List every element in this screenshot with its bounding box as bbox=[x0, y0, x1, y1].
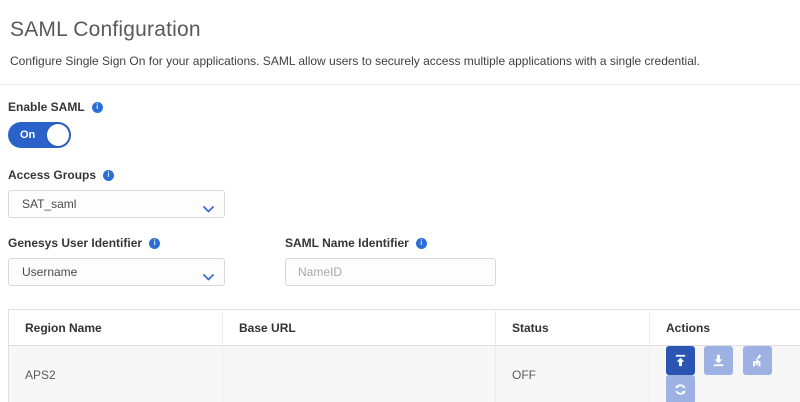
clean-button[interactable] bbox=[743, 346, 772, 375]
toggle-knob bbox=[47, 124, 69, 146]
divider bbox=[0, 84, 800, 85]
column-header-base-url: Base URL bbox=[223, 310, 496, 346]
enable-saml-label: Enable SAML bbox=[8, 100, 85, 114]
enable-saml-label-row: Enable SAML i bbox=[8, 100, 800, 114]
access-groups-select[interactable]: SAT_saml bbox=[8, 190, 225, 218]
actions-cell bbox=[650, 346, 800, 402]
saml-form: Enable SAML i On Access Groups i SAT_sam… bbox=[0, 100, 800, 286]
info-icon[interactable]: i bbox=[149, 238, 160, 249]
saml-name-identifier-field: SAML Name Identifier i bbox=[285, 236, 496, 286]
genesys-user-identifier-label-row: Genesys User Identifier i bbox=[8, 236, 285, 250]
genesys-user-identifier-selected-value: Username bbox=[22, 265, 77, 279]
table-header-row: Region Name Base URL Status Actions bbox=[9, 310, 800, 346]
saml-configuration-page: SAML Configuration Configure Single Sign… bbox=[0, 18, 800, 402]
chevron-down-icon bbox=[203, 202, 214, 216]
toggle-state-label: On bbox=[20, 129, 35, 141]
upload-button[interactable] bbox=[666, 346, 695, 375]
download-button[interactable] bbox=[704, 346, 733, 375]
status-cell: OFF bbox=[496, 346, 650, 402]
region-name-cell: APS2 bbox=[9, 346, 223, 402]
column-header-status: Status bbox=[496, 310, 650, 346]
info-icon[interactable]: i bbox=[416, 238, 427, 249]
saml-name-identifier-input[interactable] bbox=[285, 258, 496, 286]
access-groups-label: Access Groups bbox=[8, 168, 96, 182]
base-url-cell bbox=[223, 346, 496, 402]
info-icon[interactable]: i bbox=[92, 102, 103, 113]
page-description: Configure Single Sign On for your applic… bbox=[10, 54, 800, 68]
column-header-actions: Actions bbox=[650, 310, 800, 346]
saml-name-identifier-label-row: SAML Name Identifier i bbox=[285, 236, 496, 250]
page-title: SAML Configuration bbox=[10, 18, 800, 42]
info-icon[interactable]: i bbox=[103, 170, 114, 181]
access-groups-selected-value: SAT_saml bbox=[22, 197, 76, 211]
table-row: APS2 OFF bbox=[9, 346, 800, 402]
regions-table: Region Name Base URL Status Actions APS2… bbox=[8, 309, 800, 402]
genesys-user-identifier-label: Genesys User Identifier bbox=[8, 236, 142, 250]
genesys-user-identifier-field: Genesys User Identifier i Username bbox=[8, 236, 285, 286]
refresh-button[interactable] bbox=[666, 375, 695, 402]
saml-name-identifier-label: SAML Name Identifier bbox=[285, 236, 409, 250]
chevron-down-icon bbox=[203, 270, 214, 284]
column-header-region-name: Region Name bbox=[9, 310, 223, 346]
access-groups-label-row: Access Groups i bbox=[8, 168, 800, 182]
enable-saml-toggle[interactable]: On bbox=[8, 122, 71, 148]
genesys-user-identifier-select[interactable]: Username bbox=[8, 258, 225, 286]
